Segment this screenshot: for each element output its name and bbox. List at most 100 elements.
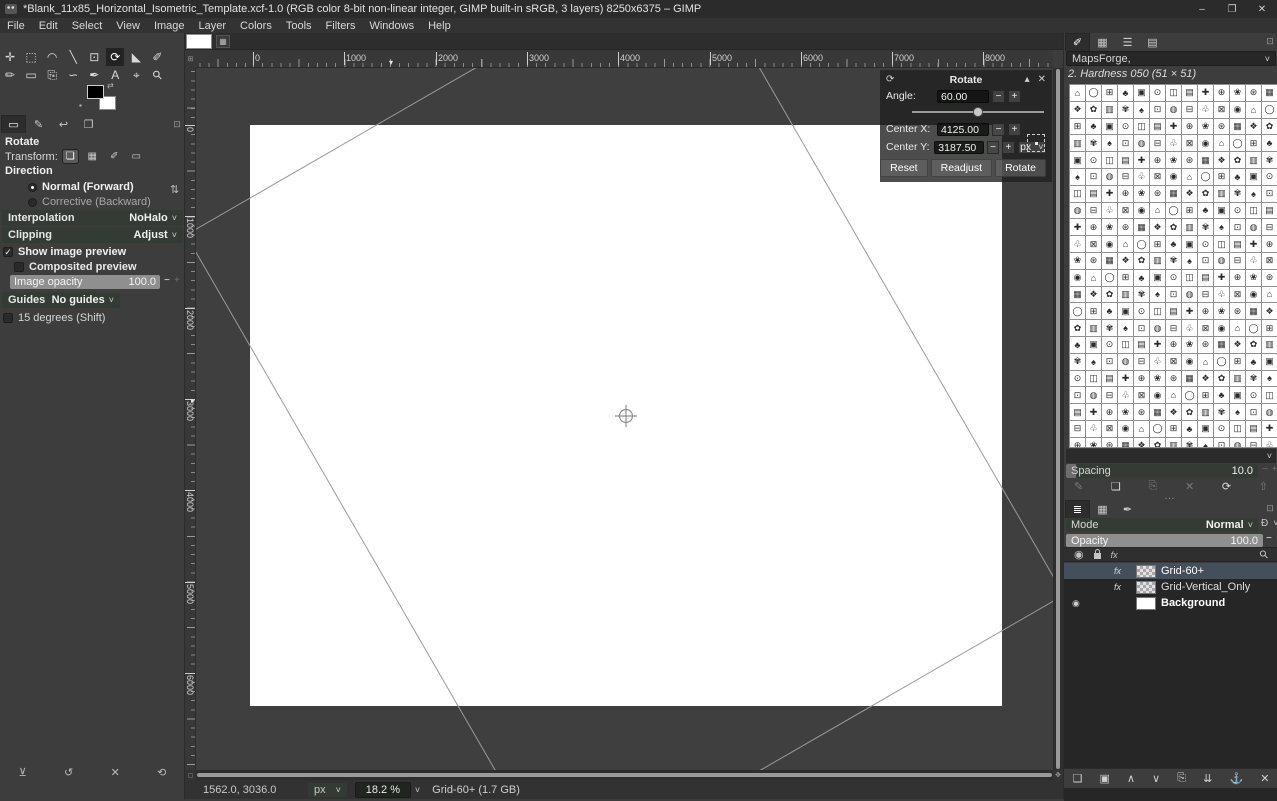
brush-thumbnail[interactable]: ▣	[1070, 152, 1085, 168]
center-y-input[interactable]: 3187.50	[934, 141, 984, 154]
brush-spacing-slider[interactable]: Spacing 10.0	[1066, 464, 1258, 478]
brush-thumbnail[interactable]: ✚	[1246, 236, 1261, 252]
brush-thumbnail[interactable]: ▣	[1214, 203, 1229, 219]
brush-thumbnail[interactable]: ⊙	[1070, 371, 1085, 387]
brush-thumbnail[interactable]: ♠	[1262, 371, 1277, 387]
tab-fonts[interactable]: ☰	[1115, 33, 1140, 51]
color-picker-tool[interactable]: ⌖	[127, 67, 145, 85]
tab-brushes[interactable]: ✐	[1065, 33, 1090, 51]
menu-edit[interactable]: Edit	[32, 20, 65, 32]
brush-thumbnail[interactable]: ◉	[1246, 287, 1261, 303]
brush-thumbnail[interactable]: ✚	[1086, 404, 1101, 420]
transform-layer-button[interactable]: ❏	[63, 150, 78, 163]
brush-thumbnail[interactable]: ◯	[1182, 387, 1197, 403]
minimize-button[interactable]: –	[1187, 0, 1217, 18]
brush-thumbnail[interactable]: ✚	[1118, 371, 1133, 387]
brush-thumbnail[interactable]: ⊛	[1214, 119, 1229, 135]
brush-thumbnail[interactable]: ▦	[1166, 186, 1181, 202]
readjust-button[interactable]: Readjust	[931, 159, 992, 177]
brush-thumbnail[interactable]: ♧	[1214, 287, 1229, 303]
menu-windows[interactable]: Windows	[362, 20, 421, 32]
brush-thumbnail[interactable]: ◯	[1166, 203, 1181, 219]
composited-preview-checkbox[interactable]: Composited preview	[14, 261, 137, 273]
brush-thumbnail[interactable]: ⊠	[1166, 354, 1181, 370]
brush-thumbnail[interactable]: ⊠	[1150, 169, 1165, 185]
brush-thumbnail[interactable]: ⊞	[1198, 387, 1213, 403]
brush-thumbnail[interactable]: ♧	[1086, 421, 1101, 437]
measure-tool[interactable]: ╲	[64, 48, 82, 66]
brush-thumbnail[interactable]: ✿	[1230, 152, 1245, 168]
brush-thumbnail[interactable]: ◯	[1150, 421, 1165, 437]
brush-filter-select[interactable]: MapsForge, ˅	[1066, 51, 1276, 66]
menu-help[interactable]: Help	[421, 20, 458, 32]
brush-thumbnail[interactable]: ⊛	[1198, 337, 1213, 353]
clipping-select[interactable]: Clipping Adjust ˅	[2, 227, 183, 243]
brush-thumbnail[interactable]: ⊠	[1182, 135, 1197, 151]
fx-icon[interactable]: fx	[1111, 550, 1118, 560]
menu-colors[interactable]: Colors	[233, 20, 279, 32]
brush-thumbnail[interactable]: ❖	[1086, 287, 1101, 303]
brush-grid-scroll[interactable]: ˅	[1066, 449, 1276, 463]
brush-thumbnail[interactable]: ▣	[1086, 337, 1101, 353]
brush-thumbnail[interactable]: ♧	[1102, 203, 1117, 219]
brush-thumbnail[interactable]: ❀	[1166, 152, 1181, 168]
brush-thumbnail[interactable]: ❀	[1102, 219, 1117, 235]
transform-image-button[interactable]: ▦	[85, 150, 100, 163]
brush-thumbnail[interactable]: ✾	[1166, 253, 1181, 269]
brush-thumbnail[interactable]: ▤	[1166, 303, 1181, 319]
menu-tools[interactable]: Tools	[279, 20, 319, 32]
show-image-preview-checkbox[interactable]: ✓ Show image preview	[3, 246, 126, 258]
brush-thumbnail[interactable]: ✾	[1262, 152, 1277, 168]
blend-space-toggle[interactable]: Ð ˅	[1261, 518, 1277, 529]
canvas-viewport[interactable]: ⟳ Rotate ▴ ✕ Angle: 60.00 − + Center X: …	[196, 68, 1053, 770]
center-x-input[interactable]: 4125.00	[937, 123, 989, 136]
direction-normal-option[interactable]: Normal (Forward)	[28, 181, 134, 193]
brush-thumbnail[interactable]: ⌂	[1118, 236, 1133, 252]
brush-thumbnail[interactable]: ✿	[1198, 186, 1213, 202]
brush-thumbnail[interactable]: ⊙	[1230, 203, 1245, 219]
brush-thumbnail[interactable]: ♧	[1262, 438, 1277, 448]
brush-thumbnail[interactable]: ◍	[1086, 387, 1101, 403]
brush-thumbnail[interactable]: ⊟	[1230, 253, 1245, 269]
brush-thumbnail[interactable]: ⊕	[1230, 270, 1245, 286]
brush-thumbnail[interactable]: ⌂	[1182, 169, 1197, 185]
brush-thumbnail[interactable]: ⊟	[1246, 438, 1261, 448]
brush-thumbnail[interactable]: ✚	[1102, 186, 1117, 202]
duplicate-layer-icon[interactable]: ⎘	[1177, 772, 1186, 785]
brush-thumbnail[interactable]: ⊡	[1070, 387, 1085, 403]
brush-thumbnail[interactable]: ✿	[1246, 337, 1261, 353]
image-tab-more[interactable]: ▦	[216, 35, 230, 48]
brush-thumbnail[interactable]: ⊞	[1086, 303, 1101, 319]
tab-channels[interactable]: ▦	[1090, 500, 1115, 518]
brush-thumbnail[interactable]: ▣	[1102, 119, 1117, 135]
brush-thumbnail[interactable]: ⊛	[1182, 152, 1197, 168]
brush-thumbnail[interactable]: ✾	[1198, 219, 1213, 235]
brush-thumbnail[interactable]: ♧	[1246, 253, 1261, 269]
visibility-eye-icon[interactable]: ◉	[1072, 598, 1092, 609]
checkbox-icon[interactable]	[14, 262, 24, 272]
brush-thumbnail[interactable]: ♧	[1198, 102, 1213, 118]
brush-thumbnail[interactable]: ▦	[1198, 152, 1213, 168]
brush-thumbnail[interactable]: ▦	[1102, 253, 1117, 269]
brush-thumbnail[interactable]: ◍	[1166, 102, 1181, 118]
brush-thumbnail[interactable]: ♣	[1166, 236, 1181, 252]
brush-thumbnail[interactable]: ◫	[1150, 303, 1165, 319]
ruler-corner-button[interactable]: ⊞	[185, 50, 196, 68]
brush-thumbnail[interactable]: ⊠	[1214, 102, 1229, 118]
layer-name[interactable]: Background	[1161, 597, 1225, 609]
brush-thumbnail[interactable]: ✚	[1166, 119, 1181, 135]
brush-thumbnail[interactable]: ⊙	[1134, 303, 1149, 319]
brush-thumbnail[interactable]: ❀	[1118, 404, 1133, 420]
brush-thumbnail[interactable]: ❀	[1086, 438, 1101, 448]
brush-thumbnail[interactable]: ▦	[1230, 119, 1245, 135]
tab-device-status[interactable]: ✎	[26, 115, 51, 133]
brush-thumbnail[interactable]: ▥	[1246, 152, 1261, 168]
brush-thumbnail[interactable]: ▤	[1262, 203, 1277, 219]
brush-thumbnail[interactable]: ▦	[1182, 371, 1197, 387]
angle-increase-button[interactable]: +	[1008, 90, 1021, 103]
brush-thumbnail[interactable]: ◉	[1134, 203, 1149, 219]
brush-thumbnail[interactable]: ⊡	[1214, 438, 1229, 448]
duplicate-brush-icon[interactable]: ⎘	[1148, 480, 1157, 493]
brush-thumbnail[interactable]: ⊡	[1086, 169, 1101, 185]
brush-thumbnail[interactable]: ▤	[1246, 421, 1261, 437]
